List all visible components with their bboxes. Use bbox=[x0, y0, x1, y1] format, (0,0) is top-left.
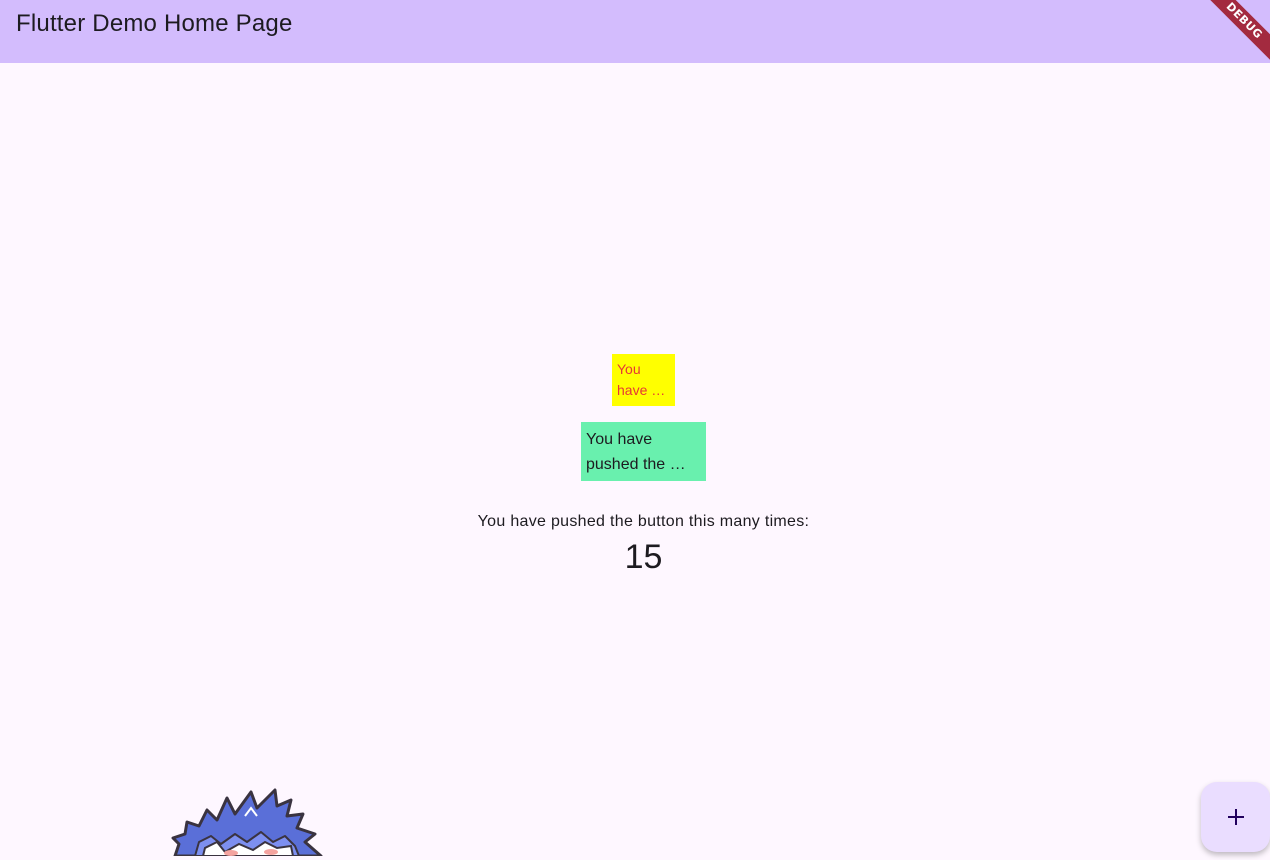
mascot-image bbox=[165, 786, 335, 858]
app-bar: Flutter Demo Home Page bbox=[0, 0, 1270, 63]
add-icon bbox=[1227, 809, 1244, 825]
green-text-box: You have pushed the … bbox=[581, 422, 706, 481]
counter-value: 15 bbox=[624, 538, 663, 576]
yellow-text-box: You have … bbox=[612, 354, 675, 406]
page-title: Flutter Demo Home Page bbox=[16, 10, 293, 37]
counter-label: You have pushed the button this many tim… bbox=[477, 513, 810, 530]
increment-fab-button[interactable] bbox=[1201, 782, 1270, 852]
